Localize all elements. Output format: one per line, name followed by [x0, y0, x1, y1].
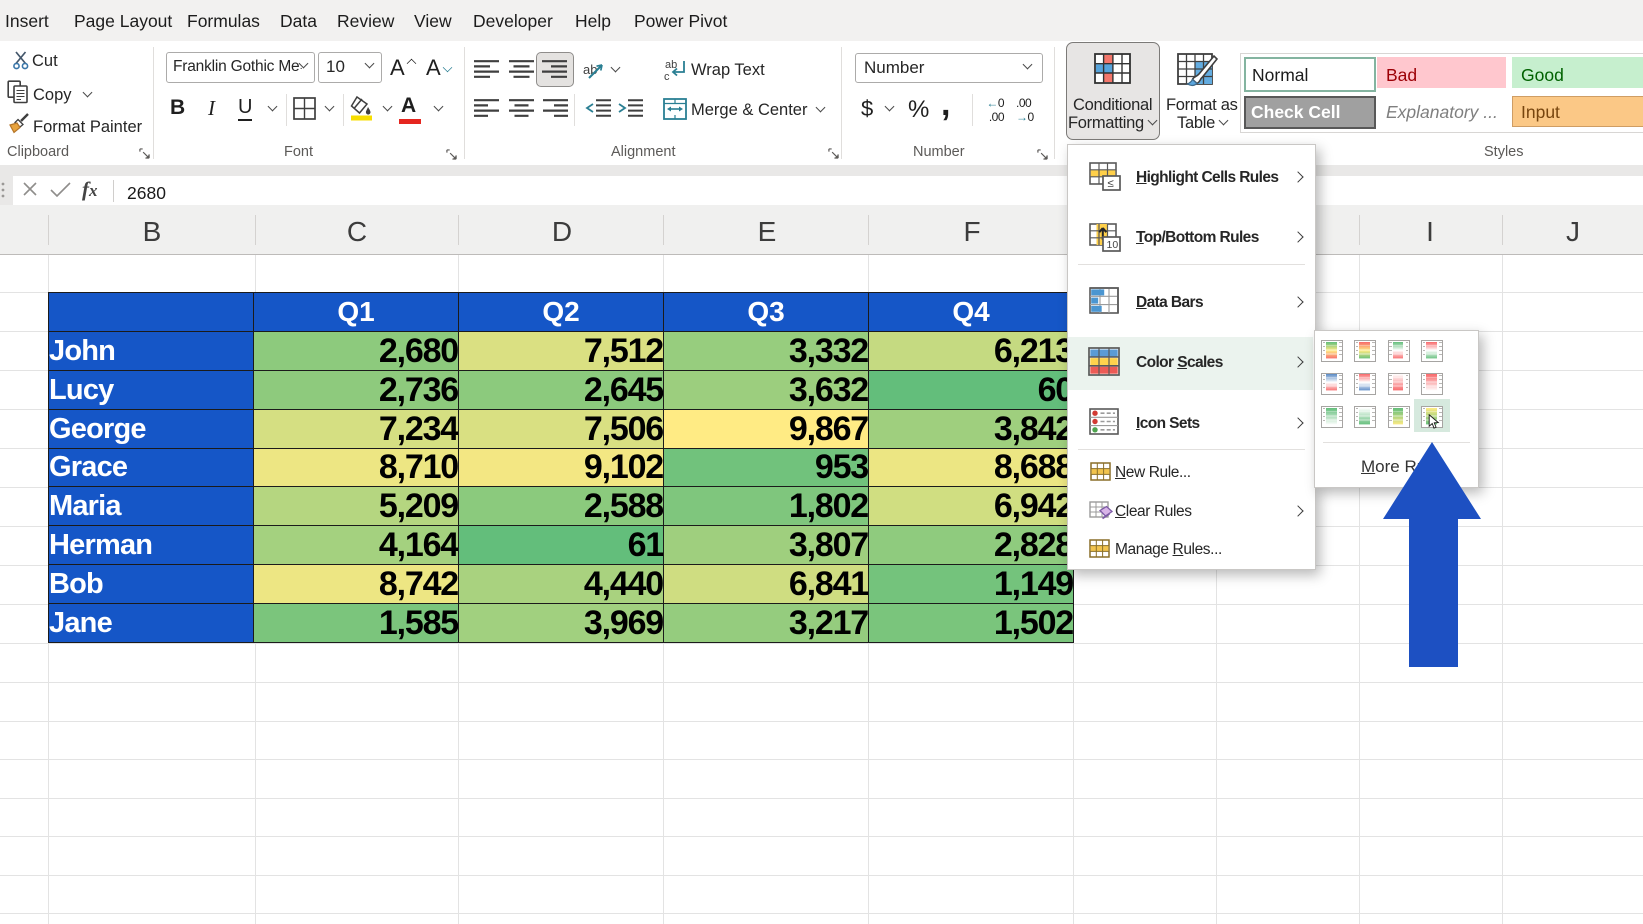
- svg-text:ab: ab: [583, 62, 597, 77]
- svg-text:c: c: [664, 71, 670, 82]
- svg-text:10: 10: [1107, 239, 1119, 251]
- svg-text:≤: ≤: [1108, 178, 1114, 190]
